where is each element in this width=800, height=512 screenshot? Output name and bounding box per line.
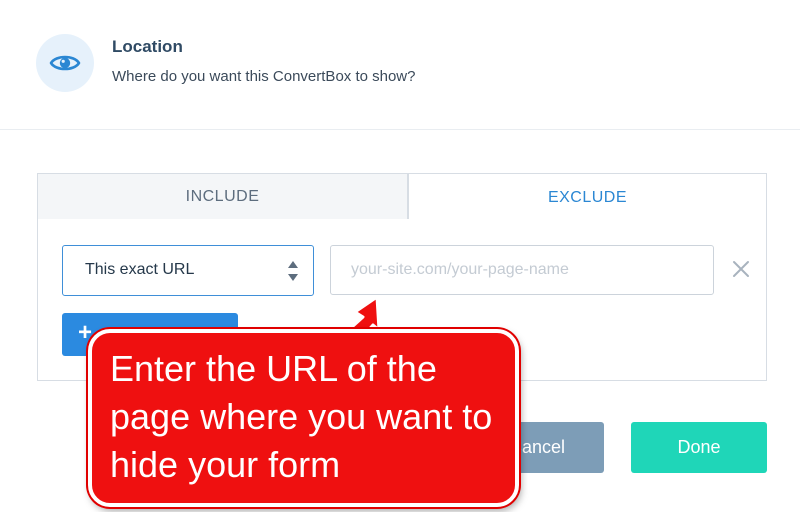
done-button[interactable]: Done (631, 422, 767, 473)
eye-icon-badge (36, 34, 94, 92)
eye-icon (49, 55, 81, 71)
match-type-select[interactable]: This exact URL (62, 245, 314, 296)
url-input[interactable] (330, 245, 714, 295)
select-arrows-icon (288, 261, 298, 281)
page-title: Location (112, 37, 183, 56)
annotation-text: Enter the URL of the page where you want… (110, 348, 493, 485)
page-subtitle: Where do you want this ConvertBox to sho… (112, 68, 416, 85)
location-header: Location Where do you want this ConvertB… (0, 0, 800, 130)
tab-exclude[interactable]: EXCLUDE (408, 173, 767, 221)
remove-rule-icon[interactable] (730, 258, 752, 280)
tab-include[interactable]: INCLUDE (37, 173, 408, 220)
match-type-value: This exact URL (85, 261, 195, 278)
annotation-callout: Enter the URL of the page where you want… (88, 329, 519, 507)
